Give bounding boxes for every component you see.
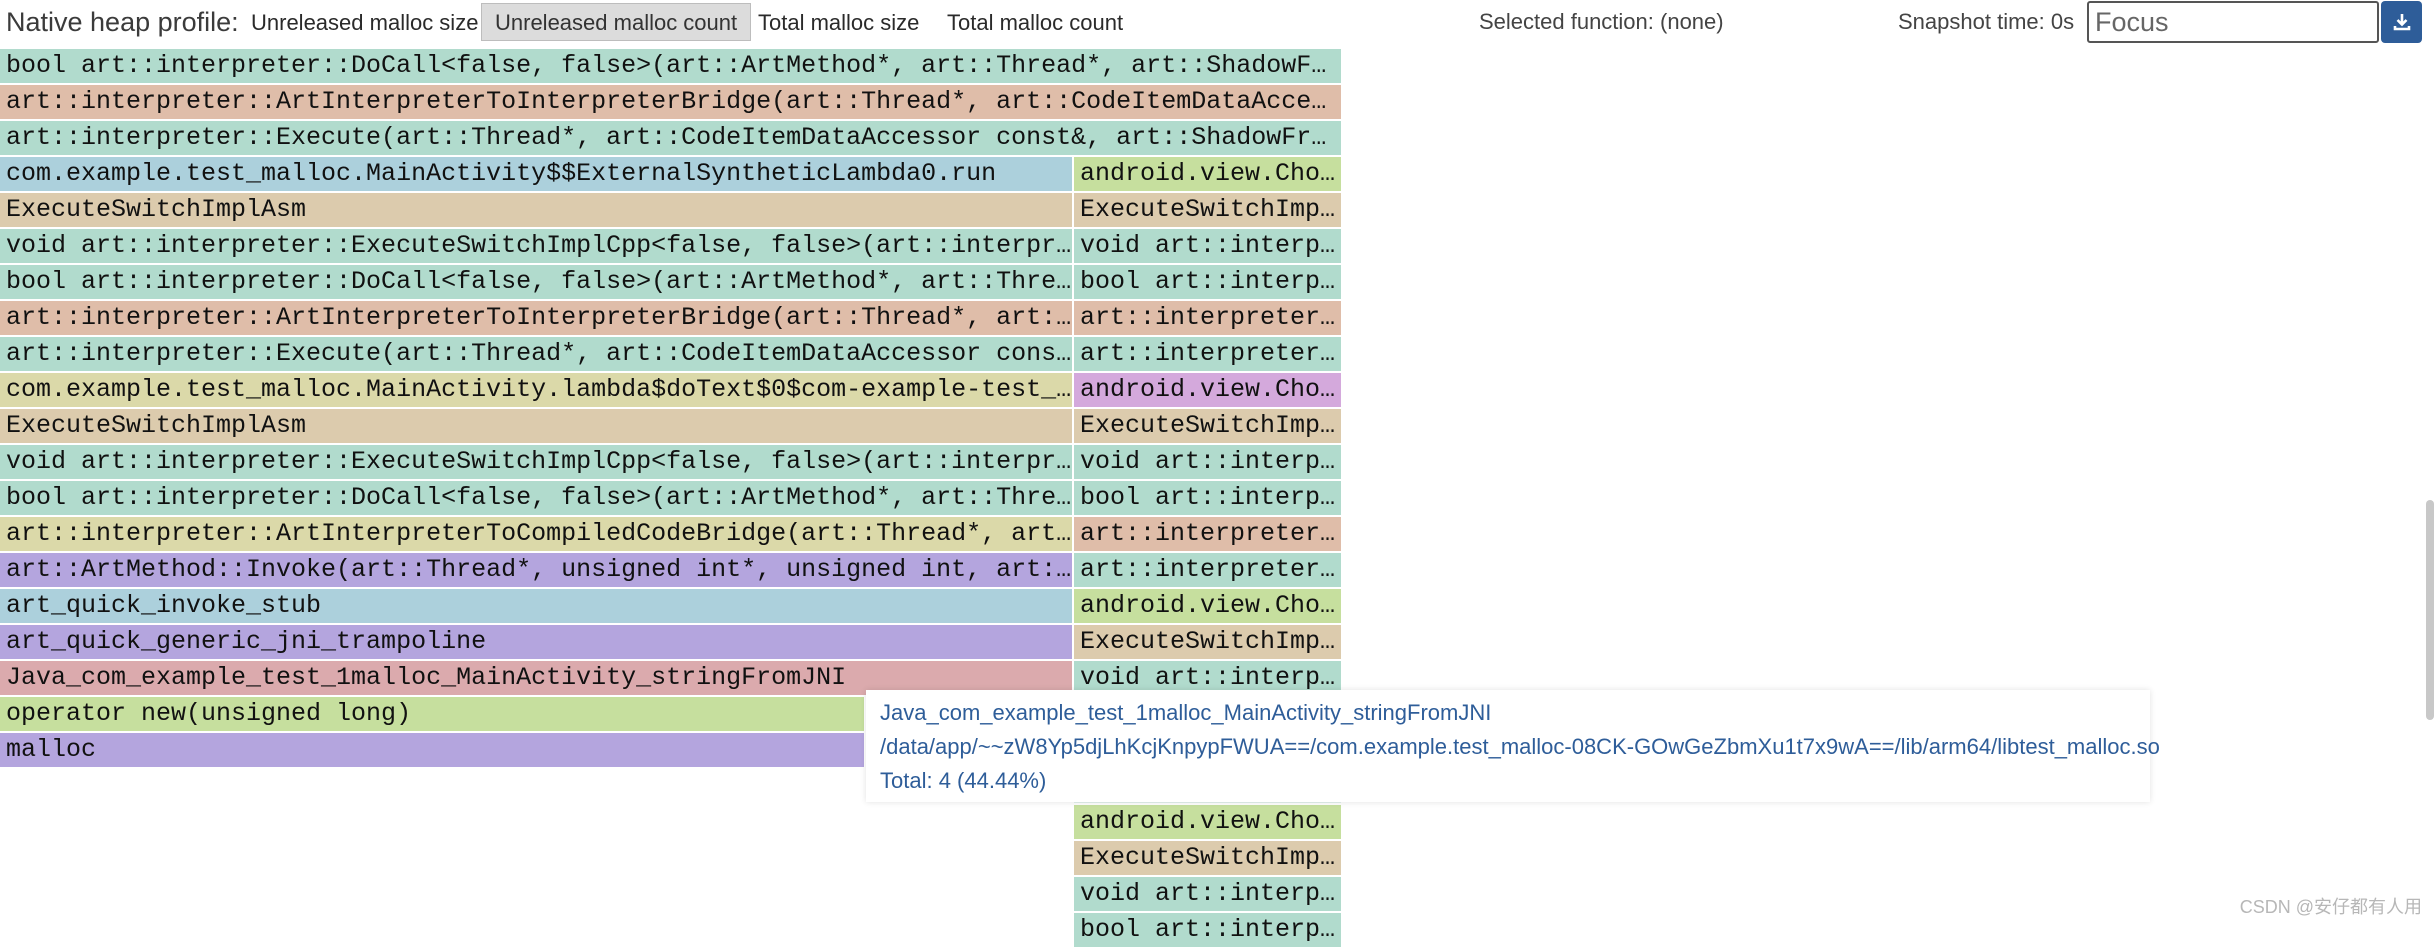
flame-frame[interactable]: bool art::interpreter::DoCall<false, fal…: [0, 481, 1072, 515]
mode-unreleased-count-button[interactable]: Unreleased malloc count: [481, 3, 752, 41]
flame-frame[interactable]: malloc: [0, 733, 864, 767]
flame-frame[interactable]: art::interpreter::Execute(art::Thread*, …: [0, 337, 1072, 371]
header-toolbar: Native heap profile: Unreleased malloc s…: [0, 0, 2436, 44]
flame-frame[interactable]: art::interpreter::ArtInterpreterToInterp…: [1074, 301, 1341, 335]
flame-frame[interactable]: ExecuteSwitchImplAsm: [0, 409, 1072, 443]
flame-frame[interactable]: void art::interpreter::ExecuteSwitchImpl…: [1074, 229, 1341, 263]
flame-frame[interactable]: ExecuteSwitchImplAsm: [1074, 841, 1341, 875]
flame-frame[interactable]: void art::interpreter::ExecuteSwitchImpl…: [0, 445, 1072, 479]
flame-frame[interactable]: art::interpreter::ArtInterpreterToInterp…: [0, 301, 1072, 335]
focus-input[interactable]: [2087, 1, 2379, 43]
mode-total-size-button[interactable]: Total malloc size: [744, 3, 933, 41]
snapshot-time-label: Snapshot time: 0s: [1898, 9, 2075, 34]
watermark: CSDN @安仔都有人用: [2239, 897, 2422, 917]
flame-frame[interactable]: void art::interpreter::ExecuteSwitchImpl…: [1074, 877, 1341, 911]
flame-frame[interactable]: art_quick_generic_jni_trampoline: [0, 625, 1072, 659]
flame-frame[interactable]: bool art::interpreter::DoCall<false, fal…: [1074, 481, 1341, 515]
flame-frame[interactable]: art::ArtMethod::Invoke(art::Thread*, uns…: [0, 553, 1072, 587]
flame-frame[interactable]: art::interpreter::ArtInterpreterToInterp…: [0, 85, 1341, 119]
flame-frame[interactable]: art::interpreter::ArtInterpreterToCompil…: [0, 517, 1072, 551]
vertical-scrollbar[interactable]: [2426, 500, 2434, 720]
profile-title: Native heap profile:: [6, 7, 239, 37]
flame-frame[interactable]: bool art::interpreter::DoCall<false, fal…: [1074, 913, 1341, 947]
flame-frame[interactable]: ExecuteSwitchImplAsm: [1074, 625, 1341, 659]
flame-frame[interactable]: art::interpreter::Execute(art::Thread*, …: [1074, 553, 1341, 587]
flame-frame[interactable]: void art::interpreter::ExecuteSwitchImpl…: [1074, 445, 1341, 479]
flame-frame[interactable]: art::interpreter::ArtInterpreterToInterp…: [1074, 517, 1341, 551]
frame-tooltip: Java_com_example_test_1malloc_MainActivi…: [866, 690, 2160, 802]
flame-frame[interactable]: bool art::interpreter::DoCall<false, fal…: [1074, 265, 1341, 299]
tooltip-library-path: /data/app/~~zW8Yp5djLhKcjKnpypFWUA==/com…: [880, 734, 2160, 759]
flame-frame[interactable]: android.view.Choreographer$CallbackRecor…: [1074, 805, 1341, 839]
tooltip-total: Total: 4 (44.44%): [880, 768, 1047, 793]
flame-frame[interactable]: ExecuteSwitchImplAsm: [0, 193, 1072, 227]
flame-frame[interactable]: bool art::interpreter::DoCall<false, fal…: [0, 265, 1072, 299]
selected-function-label: Selected function: (none): [1479, 9, 1724, 34]
download-button[interactable]: [2381, 1, 2422, 43]
download-icon: [2393, 14, 2410, 31]
flame-frame[interactable]: ExecuteSwitchImplAsm: [1074, 409, 1341, 443]
flame-frame[interactable]: art::interpreter::Execute(art::Thread*, …: [0, 121, 1341, 155]
flame-frame[interactable]: art_quick_invoke_stub: [0, 589, 1072, 623]
flame-frame[interactable]: void art::interpreter::ExecuteSwitchImpl…: [0, 229, 1072, 263]
flame-frame[interactable]: android.view.Choreographer$FrameDisplayE…: [1074, 157, 1341, 191]
flame-frame[interactable]: operator new(unsigned long): [0, 697, 864, 731]
flame-frame[interactable]: com.example.test_malloc.MainActivity.lam…: [0, 373, 1072, 407]
mode-total-count-button[interactable]: Total malloc count: [933, 3, 1137, 41]
flame-frame[interactable]: bool art::interpreter::DoCall<false, fal…: [0, 49, 1341, 83]
flame-frame[interactable]: art::interpreter::Execute(art::Thread*, …: [1074, 337, 1341, 371]
flame-frame[interactable]: android.view.Choreographer.doCallbacks: [1074, 589, 1341, 623]
flame-frame[interactable]: ExecuteSwitchImplAsm: [1074, 193, 1341, 227]
flame-frame[interactable]: com.example.test_malloc.MainActivity$$Ex…: [0, 157, 1072, 191]
flame-frame[interactable]: android.view.Choreographer.doFrame: [1074, 373, 1341, 407]
tooltip-function-name: Java_com_example_test_1malloc_MainActivi…: [880, 700, 1492, 725]
mode-unreleased-size-button[interactable]: Unreleased malloc size: [237, 3, 492, 41]
